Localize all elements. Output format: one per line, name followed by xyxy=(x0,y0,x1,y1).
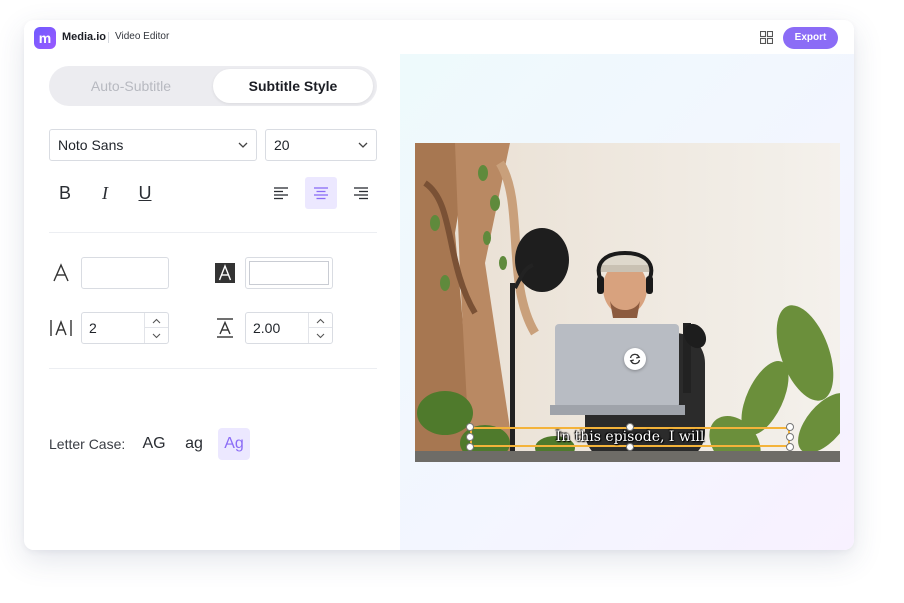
video-frame-image xyxy=(415,143,840,462)
background-color-field[interactable] xyxy=(245,257,333,289)
resize-handle-left[interactable] xyxy=(466,433,474,441)
align-left-icon xyxy=(274,187,288,200)
underline-button[interactable]: U xyxy=(129,177,161,209)
letter-spacing-input[interactable] xyxy=(82,313,144,343)
letter-spacing-stepper[interactable] xyxy=(81,312,169,344)
mode-switch: Auto-Subtitle Subtitle Style xyxy=(49,66,377,106)
header-divider xyxy=(108,32,109,43)
module-name: Video Editor xyxy=(115,31,170,42)
resize-handle-top-right[interactable] xyxy=(786,423,794,431)
subtitle-style-panel: Auto-Subtitle Subtitle Style Noto Sans 2… xyxy=(24,54,400,550)
text-color-field[interactable] xyxy=(81,257,169,289)
chevron-up-icon xyxy=(316,318,325,324)
chevron-down-icon xyxy=(152,333,161,339)
line-height-icon xyxy=(217,318,233,338)
section-divider xyxy=(49,368,377,369)
font-family-value: Noto Sans xyxy=(58,137,124,153)
text-background-icon xyxy=(215,263,235,283)
resize-handle-bottom-right[interactable] xyxy=(786,443,794,451)
italic-button[interactable]: I xyxy=(89,177,121,209)
tab-auto-subtitle[interactable]: Auto-Subtitle xyxy=(49,66,213,106)
preview-area: In this episode, I will xyxy=(400,54,854,550)
letter-case-label: Letter Case: xyxy=(49,436,126,452)
text-color-icon xyxy=(53,263,69,282)
letter-spacing-icon xyxy=(50,320,72,336)
resize-handle-right[interactable] xyxy=(786,433,794,441)
rotate-handle[interactable] xyxy=(624,348,646,370)
letter-case-capitalize-button[interactable]: Ag xyxy=(218,428,250,460)
chevron-down-icon xyxy=(238,142,248,148)
chevron-up-icon xyxy=(152,318,161,324)
editor-window: m Media.io Video Editor Export Auto-Subt… xyxy=(24,20,854,550)
rotate-icon xyxy=(629,353,641,365)
letter-spacing-increment[interactable] xyxy=(145,313,168,328)
chevron-down-icon xyxy=(358,142,368,148)
line-height-stepper[interactable] xyxy=(245,312,333,344)
letter-spacing-decrement[interactable] xyxy=(145,328,168,343)
font-size-select[interactable]: 20 xyxy=(265,129,377,161)
bold-button[interactable]: B xyxy=(49,177,81,209)
video-preview[interactable]: In this episode, I will xyxy=(415,143,840,462)
font-family-select[interactable]: Noto Sans xyxy=(49,129,257,161)
resize-handle-bottom-left[interactable] xyxy=(466,443,474,451)
line-height-decrement[interactable] xyxy=(309,328,332,343)
letter-case-upper-button[interactable]: AG xyxy=(138,428,170,460)
align-left-button[interactable] xyxy=(265,177,297,209)
apps-grid-icon[interactable] xyxy=(760,31,773,44)
bold-icon: B xyxy=(58,183,71,203)
resize-handle-top-left[interactable] xyxy=(466,423,474,431)
line-height-arrows xyxy=(308,313,332,343)
underline-icon: U xyxy=(138,183,152,203)
line-height-increment[interactable] xyxy=(309,313,332,328)
italic-icon: I xyxy=(102,183,108,203)
font-size-value: 20 xyxy=(274,137,290,153)
export-button[interactable]: Export xyxy=(783,27,838,49)
resize-handle-top-center[interactable] xyxy=(626,423,634,431)
background-color-swatch xyxy=(249,261,329,285)
section-divider xyxy=(49,232,377,233)
top-bar: m Media.io Video Editor Export xyxy=(24,20,854,54)
chevron-down-icon xyxy=(316,333,325,339)
letter-spacing-arrows xyxy=(144,313,168,343)
align-center-icon xyxy=(314,187,328,200)
line-height-input[interactable] xyxy=(246,313,308,343)
align-right-icon xyxy=(354,187,368,200)
letter-case-lower-button[interactable]: ag xyxy=(178,428,210,460)
align-center-button[interactable] xyxy=(305,177,337,209)
app-name: Media.io xyxy=(62,31,107,43)
resize-handle-bottom-center[interactable] xyxy=(626,443,634,451)
tab-subtitle-style[interactable]: Subtitle Style xyxy=(213,69,373,103)
align-right-button[interactable] xyxy=(345,177,377,209)
media-io-logo-icon[interactable]: m xyxy=(34,27,56,49)
